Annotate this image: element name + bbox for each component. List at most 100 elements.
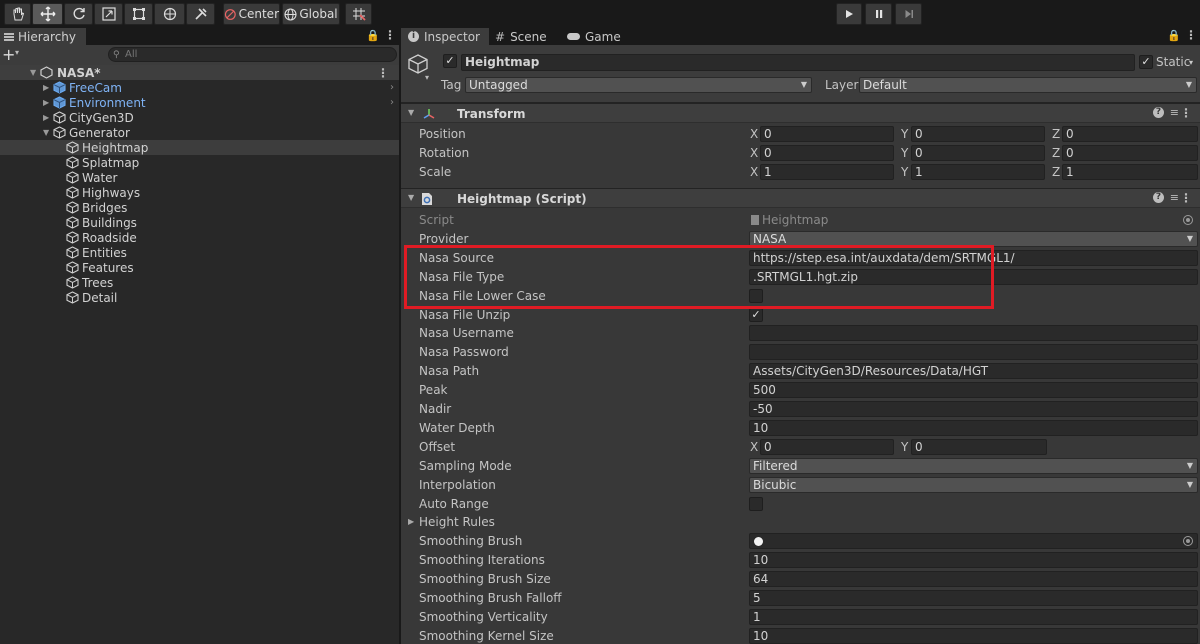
scene-row[interactable]: ▼ NASA* ⋮ <box>0 65 399 80</box>
rotation-x-field[interactable]: 0 <box>760 145 894 161</box>
tab-inspector[interactable]: i Inspector <box>401 28 489 45</box>
transform-component-header[interactable]: ▼ Transform ? ≡ ⋮ <box>401 103 1200 123</box>
pivot-global-button[interactable]: Global <box>282 3 340 25</box>
nasa-file-type-field[interactable]: .SRTMGL1.hgt.zip <box>749 268 1198 285</box>
chevron-right-icon[interactable]: ▶ <box>408 517 414 526</box>
hierarchy-item[interactable]: ▶ CityGen3D <box>0 110 399 125</box>
nasa-file-lower-case-checkbox[interactable] <box>749 288 763 303</box>
add-dropdown-icon[interactable]: ▾ <box>15 48 19 57</box>
layer-dropdown[interactable]: Default ▼ <box>859 77 1197 93</box>
presets-icon[interactable]: ≡ <box>1170 191 1179 204</box>
static-dropdown-icon[interactable]: ▾ <box>1189 58 1193 67</box>
help-icon[interactable]: ? <box>1153 107 1164 118</box>
position-y-field[interactable]: 0 <box>911 126 1045 142</box>
position-z-field[interactable]: 0 <box>1062 126 1198 142</box>
object-picker-icon[interactable] <box>1183 536 1193 547</box>
position-x-field[interactable]: 0 <box>760 126 894 142</box>
panel-menu-icon[interactable]: ⋮ <box>384 28 396 42</box>
move-tool-button[interactable] <box>32 3 63 25</box>
provider-dropdown[interactable]: NASA ▼ <box>749 230 1198 247</box>
step-button[interactable] <box>895 3 922 25</box>
pivot-center-button[interactable]: Center <box>223 3 280 25</box>
hierarchy-item[interactable]: Splatmap <box>0 155 399 170</box>
smoothing-brush-field[interactable] <box>749 533 1198 550</box>
play-button[interactable] <box>836 3 862 25</box>
object-picker-icon[interactable] <box>1183 215 1193 225</box>
chevron-right-icon[interactable]: ▶ <box>43 98 49 107</box>
chevron-down-icon[interactable]: ▼ <box>43 128 49 137</box>
custom-tool-button[interactable] <box>186 3 215 25</box>
icon-dropdown-icon[interactable]: ▾ <box>425 73 429 82</box>
hierarchy-item[interactable]: Buildings <box>0 215 399 230</box>
transform-tool-button[interactable] <box>154 3 185 25</box>
hierarchy-item[interactable]: Roadside <box>0 230 399 245</box>
tag-dropdown[interactable]: Untagged ▼ <box>465 77 812 93</box>
hierarchy-item[interactable]: Detail <box>0 290 399 305</box>
scale-x-field[interactable]: 1 <box>760 164 894 180</box>
sampling-mode-dropdown[interactable]: Filtered ▼ <box>749 457 1198 474</box>
add-icon[interactable]: + <box>2 45 15 64</box>
tab-game[interactable]: Game <box>567 28 627 45</box>
lock-icon[interactable]: 🔒 <box>366 29 380 42</box>
peak-field[interactable]: 500 <box>749 382 1198 399</box>
rotation-z-field[interactable]: 0 <box>1062 145 1198 161</box>
pause-button[interactable] <box>865 3 892 25</box>
hierarchy-item[interactable]: Heightmap <box>0 140 399 155</box>
chevron-right-icon[interactable]: › <box>390 82 394 93</box>
foldout-arrow-icon[interactable]: ▼ <box>408 108 414 117</box>
hierarchy-item[interactable]: Water <box>0 170 399 185</box>
auto-range-checkbox[interactable] <box>749 496 763 511</box>
hierarchy-item[interactable]: ▼ Generator <box>0 125 399 140</box>
help-icon[interactable]: ? <box>1153 192 1164 203</box>
chevron-right-icon[interactable]: ▶ <box>43 83 49 92</box>
hierarchy-item[interactable]: Features <box>0 260 399 275</box>
hierarchy-search-input[interactable]: ⚲ All <box>108 47 397 62</box>
smoothing-verticality-field[interactable]: 1 <box>749 608 1198 625</box>
hand-tool-button[interactable] <box>4 3 31 25</box>
nasa-file-unzip-checkbox[interactable]: ✓ <box>749 307 763 322</box>
nasa-path-field[interactable]: Assets/CityGen3D/Resources/Data/HGT <box>749 363 1198 380</box>
grid-snap-button[interactable] <box>345 3 372 25</box>
scene-menu-icon[interactable]: ⋮ <box>377 66 389 80</box>
rect-tool-button[interactable] <box>124 3 153 25</box>
chevron-down-icon[interactable]: ▼ <box>30 68 36 77</box>
rotate-tool-button[interactable] <box>64 3 93 25</box>
scale-y-field[interactable]: 1 <box>911 164 1045 180</box>
interpolation-dropdown[interactable]: Bicubic ▼ <box>749 476 1198 493</box>
component-menu-icon[interactable]: ⋮ <box>1180 191 1192 205</box>
smoothing-iterations-field[interactable]: 10 <box>749 552 1198 569</box>
height-rules-label[interactable]: Height Rules <box>419 515 495 529</box>
chevron-right-icon[interactable]: ▶ <box>43 113 49 122</box>
hierarchy-item[interactable]: ▶ Environment › <box>0 95 399 110</box>
water-depth-field[interactable]: 10 <box>749 419 1198 436</box>
hierarchy-item[interactable]: ▶ FreeCam › <box>0 80 399 95</box>
smoothing-brush-size-field[interactable]: 64 <box>749 571 1198 588</box>
smoothing-kernel-size-field[interactable]: 10 <box>749 627 1198 644</box>
tab-hierarchy[interactable]: Hierarchy <box>0 28 86 45</box>
object-name-field[interactable]: Heightmap <box>461 54 1135 71</box>
nasa-username-field[interactable] <box>749 325 1198 342</box>
hierarchy-item[interactable]: Trees <box>0 275 399 290</box>
foldout-arrow-icon[interactable]: ▼ <box>408 193 414 202</box>
nasa-password-field[interactable] <box>749 344 1198 361</box>
chevron-right-icon[interactable]: › <box>390 97 394 108</box>
heightmap-script-header[interactable]: ▼ Heightmap (Script) ? ≡ ⋮ <box>401 188 1200 208</box>
inspector-lock-icon[interactable]: 🔒 <box>1167 29 1181 42</box>
smoothing-brush-falloff-field[interactable]: 5 <box>749 590 1198 606</box>
hierarchy-item[interactable]: Highways <box>0 185 399 200</box>
static-toggle[interactable]: ✓ <box>1139 55 1153 69</box>
tab-scene[interactable]: # Scene <box>495 28 561 45</box>
inspector-menu-icon[interactable]: ⋮ <box>1185 28 1197 42</box>
scale-tool-button[interactable] <box>94 3 123 25</box>
nadir-field[interactable]: -50 <box>749 401 1198 417</box>
nasa-source-field[interactable]: https://step.esa.int/auxdata/dem/SRTMGL1… <box>749 249 1198 266</box>
scale-z-field[interactable]: 1 <box>1062 164 1198 180</box>
offset-y-field[interactable]: 0 <box>911 438 1047 455</box>
component-menu-icon[interactable]: ⋮ <box>1180 106 1192 120</box>
hierarchy-item[interactable]: Bridges <box>0 200 399 215</box>
active-toggle[interactable]: ✓ <box>443 54 457 68</box>
offset-x-field[interactable]: 0 <box>760 438 894 455</box>
hierarchy-item[interactable]: Entities <box>0 245 399 260</box>
rotation-y-field[interactable]: 0 <box>911 145 1045 161</box>
presets-icon[interactable]: ≡ <box>1170 106 1179 119</box>
